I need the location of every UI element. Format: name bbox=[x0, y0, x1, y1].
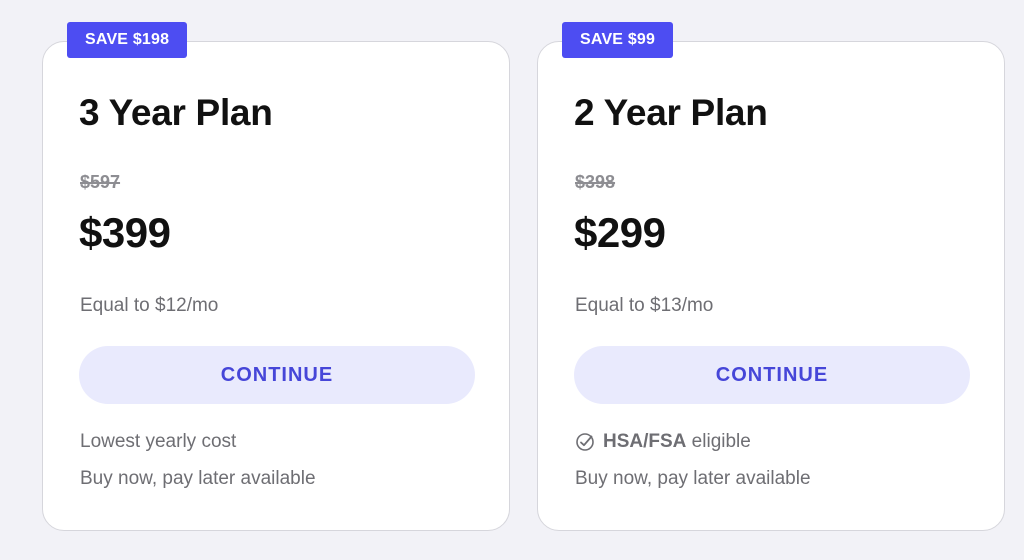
plan-title: 3 Year Plan bbox=[79, 92, 273, 133]
eligible-label: eligible bbox=[686, 431, 751, 452]
continue-button[interactable]: CONTINUE bbox=[574, 346, 970, 404]
savings-badge: SAVE $99 bbox=[562, 22, 674, 58]
circle-check-icon bbox=[575, 432, 595, 452]
feature-pay-later: Buy now, pay later available bbox=[575, 468, 811, 489]
continue-button[interactable]: CONTINUE bbox=[79, 346, 475, 404]
feature-pay-later: Buy now, pay later available bbox=[80, 468, 316, 489]
plan-card-3-year: SAVE $198 3 Year Plan $597 $399 Equal to… bbox=[42, 22, 510, 531]
feature-lowest-cost: Lowest yearly cost bbox=[80, 431, 237, 452]
original-price: $597 bbox=[80, 172, 121, 192]
feature-hsa-fsa: HSA/FSA eligible bbox=[575, 431, 751, 453]
monthly-equivalent: Equal to $13/mo bbox=[575, 295, 714, 316]
plan-price: $299 bbox=[574, 209, 666, 256]
plan-title: 2 Year Plan bbox=[574, 92, 768, 133]
savings-badge: SAVE $198 bbox=[67, 22, 188, 58]
plan-price: $399 bbox=[79, 209, 171, 256]
plan-card-2-year: SAVE $99 2 Year Plan $398 $299 Equal to … bbox=[537, 22, 1005, 531]
monthly-equivalent: Equal to $12/mo bbox=[80, 295, 219, 316]
hsa-fsa-label: HSA/FSA bbox=[603, 431, 687, 452]
original-price: $398 bbox=[575, 172, 616, 192]
